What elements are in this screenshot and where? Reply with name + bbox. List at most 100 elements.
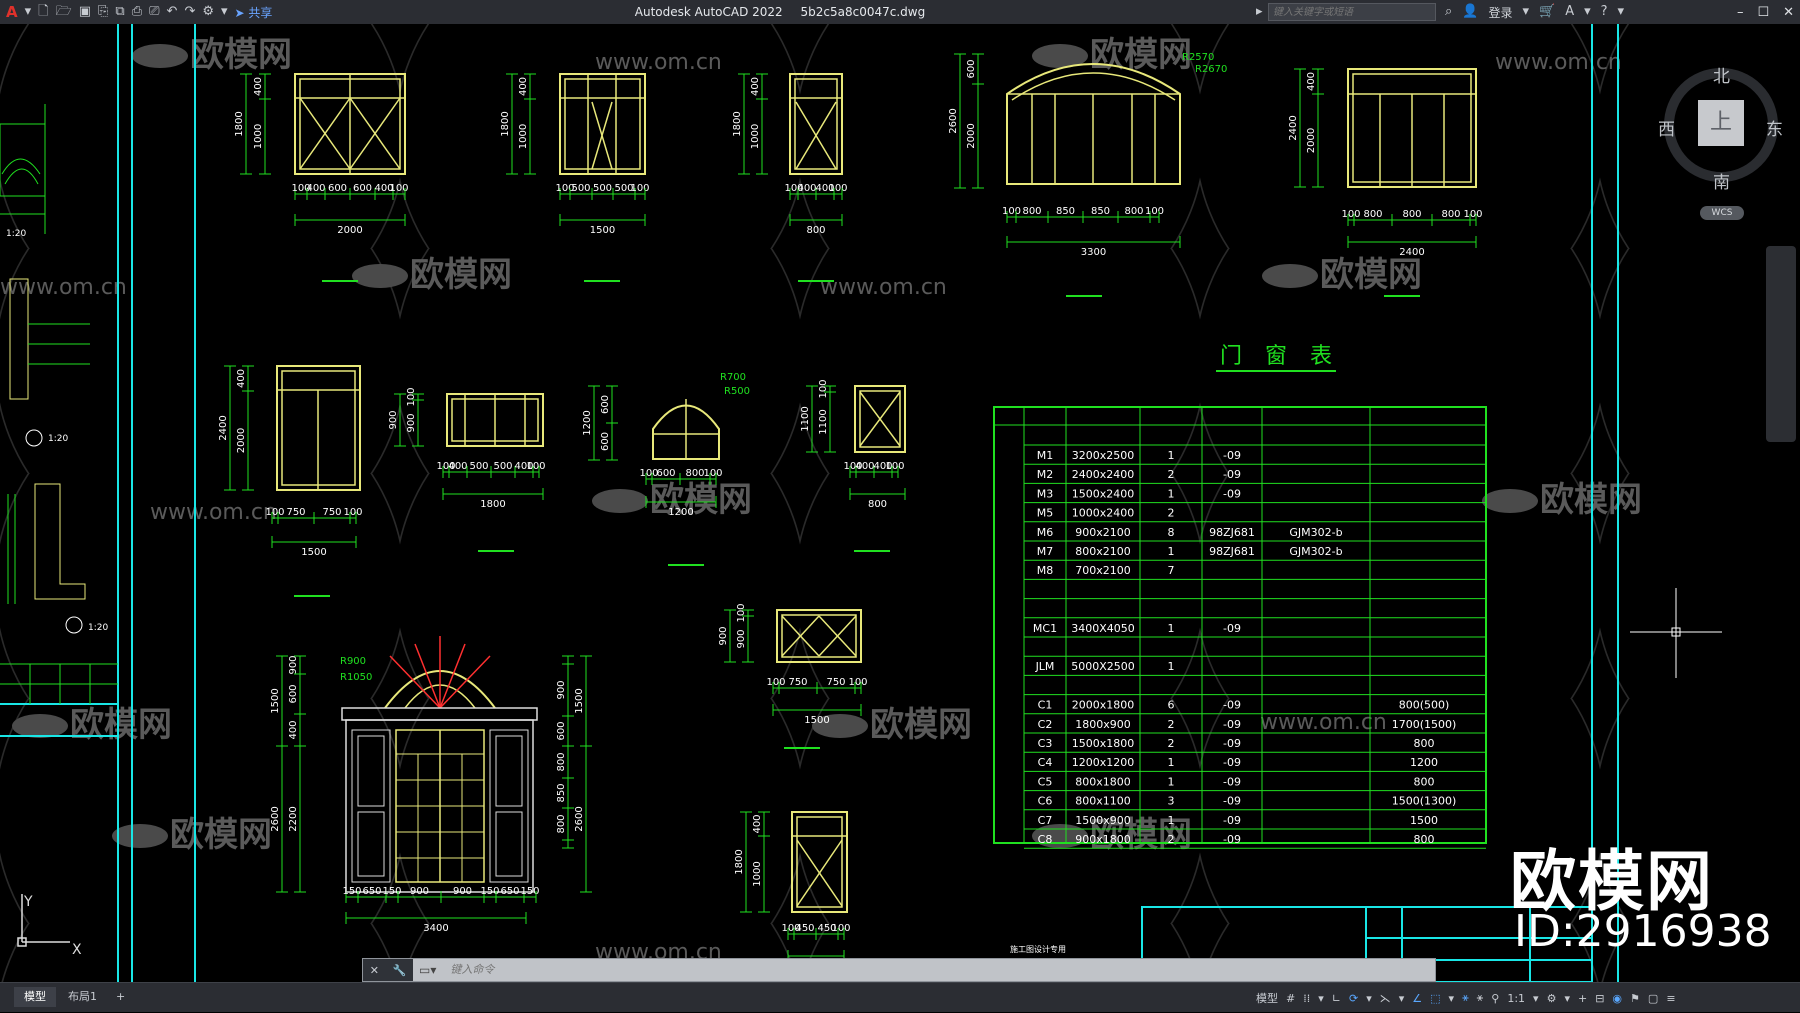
dropdown-arrow-icon[interactable]: ▾ — [1522, 0, 1529, 24]
table-cell: -09 — [1223, 814, 1241, 827]
tab-layout1[interactable]: 布局1 — [58, 987, 107, 1007]
wcs-dropdown[interactable]: WCS — [1700, 206, 1744, 220]
table-cell: 1 — [1168, 622, 1175, 635]
save-web-icon[interactable]: ⎙ — [132, 0, 142, 24]
dimension-label: 500 — [493, 461, 512, 472]
dropdown-arrow-icon[interactable]: ▾ — [25, 0, 32, 24]
dimension-label: 400 — [306, 183, 325, 194]
table-cell: 1 — [1168, 756, 1175, 769]
save-as-icon[interactable]: ⎘ — [98, 0, 108, 24]
grid-icon[interactable]: # — [1286, 992, 1295, 1005]
command-history-icon[interactable]: ▭▾ — [413, 963, 442, 977]
table-cell: 800 — [1414, 775, 1435, 788]
plus-icon[interactable]: + — [1578, 992, 1587, 1005]
customize-icon[interactable]: ▾ — [221, 0, 228, 24]
dropdown-arrow-icon[interactable]: ▾ — [1366, 992, 1372, 1005]
cart-icon[interactable]: 🛒 — [1539, 0, 1555, 24]
dimension-label: 2400 — [1399, 247, 1424, 258]
table-cell: GJM302-b — [1289, 526, 1342, 539]
autocad-logo-icon[interactable]: A — [6, 0, 18, 24]
dimension-label: 600 — [966, 59, 977, 78]
table-cell: 800x1100 — [1075, 795, 1131, 808]
dimension-label: 2600 — [574, 806, 585, 831]
dimension-label: 3400 — [423, 923, 448, 934]
close-icon[interactable]: ✕ — [1783, 5, 1794, 20]
add-layout-button[interactable]: + — [106, 987, 135, 1007]
radius-label: R500 — [724, 386, 750, 397]
login-button[interactable]: 登录 — [1488, 4, 1512, 21]
dimension-label: 2600 — [948, 108, 959, 133]
watermark-text: www.om.cn — [595, 50, 722, 75]
annotation-scale-value[interactable]: 1:1 — [1507, 992, 1525, 1005]
search-input[interactable] — [1268, 3, 1436, 21]
polar-tracking-icon[interactable]: ⟳ — [1349, 992, 1358, 1005]
table-cell: -09 — [1223, 468, 1241, 481]
chevron-right-icon[interactable]: ▸ — [1256, 0, 1263, 24]
auto-scale-icon[interactable]: ⚹ — [1477, 991, 1484, 1005]
dimension-label: 1200 — [668, 507, 693, 518]
ortho-icon[interactable]: ∟ — [1332, 992, 1341, 1005]
command-input[interactable] — [442, 959, 1435, 981]
maximize-icon[interactable]: ☐ — [1757, 5, 1769, 20]
annotation-scale-icon[interactable]: ⚲ — [1491, 992, 1499, 1005]
scale-label: 1:20 — [6, 229, 26, 239]
table-cell: GJM302-b — [1289, 545, 1342, 558]
object-snap-icon[interactable]: ⬚ — [1430, 992, 1440, 1005]
gear-icon[interactable]: ⚙ — [1547, 992, 1557, 1005]
dimension-label: 900 — [453, 886, 472, 897]
dropdown-arrow-icon[interactable]: ▾ — [1449, 992, 1455, 1005]
dropdown-arrow-icon[interactable]: ▾ — [1399, 992, 1405, 1005]
minimize-icon[interactable]: – — [1737, 5, 1744, 20]
dropdown-arrow-icon[interactable]: ▾ — [1564, 992, 1570, 1005]
search-icon[interactable]: ⌕ — [1445, 0, 1452, 24]
hardware-acceleration-icon[interactable]: ⚑ — [1630, 992, 1640, 1005]
close-icon[interactable]: ✕ — [370, 964, 379, 977]
compass-north[interactable]: 北 — [1713, 62, 1730, 87]
table-cell: 1 — [1168, 814, 1175, 827]
compass-west[interactable]: 西 — [1658, 115, 1675, 140]
dropdown-arrow-icon[interactable]: ▾ — [1533, 992, 1539, 1005]
units-icon[interactable]: ⊟ — [1595, 992, 1604, 1005]
clean-screen-icon[interactable]: ▢ — [1648, 992, 1658, 1005]
wrench-icon[interactable]: 🔧 — [393, 964, 407, 977]
command-line: ✕ 🔧 ▭▾ — [362, 958, 1436, 982]
navigation-bar[interactable] — [1766, 246, 1796, 442]
open-folder-icon[interactable]: 🗁 — [56, 0, 72, 24]
save-icon[interactable]: ▣ — [79, 0, 91, 24]
compass-east[interactable]: 东 — [1766, 115, 1783, 140]
isolate-objects-icon[interactable]: ◉ — [1612, 992, 1622, 1005]
scale-label: 1:20 — [48, 434, 68, 444]
undo-icon[interactable]: ↶ — [167, 0, 178, 24]
model-space-button[interactable]: 模型 — [1256, 990, 1278, 1006]
tab-model[interactable]: 模型 — [14, 987, 56, 1007]
dimension-label: 2000 — [337, 225, 362, 236]
dimension-label: 600 — [600, 432, 611, 451]
dropdown-arrow-icon[interactable]: ▾ — [1618, 0, 1625, 24]
isodraft-icon[interactable]: ⋋ — [1380, 992, 1391, 1005]
compass-south[interactable]: 南 — [1713, 168, 1730, 193]
table-cell: 1 — [1168, 545, 1175, 558]
help-icon[interactable]: ? — [1601, 0, 1608, 24]
user-icon[interactable]: 👤 — [1462, 0, 1478, 24]
table-cell: 1500 — [1410, 814, 1438, 827]
open-web-icon[interactable]: ⧉ — [115, 0, 124, 24]
annotation-visibility-icon[interactable]: ⚹ — [1462, 991, 1469, 1005]
dropdown-arrow-icon[interactable]: ▾ — [1318, 992, 1324, 1005]
dimension-label: 900 — [410, 886, 429, 897]
dimension-label: 400 — [797, 183, 816, 194]
object-snap-tracking-icon[interactable]: ∠ — [1412, 992, 1422, 1005]
table-cell: M3 — [1037, 487, 1054, 500]
viewcube-top-face[interactable]: 上 — [1698, 100, 1744, 146]
dimension-label: 850 — [1056, 206, 1075, 217]
table-cell: 2000x1800 — [1072, 699, 1135, 712]
dimension-label: 600 — [656, 468, 675, 479]
share-button[interactable]: ➤ 共享 — [235, 4, 273, 21]
workspace-icon[interactable]: ⚙ — [202, 0, 214, 24]
new-file-icon[interactable]: 🗋 — [38, 0, 48, 24]
dropdown-arrow-icon[interactable]: ▾ — [1584, 0, 1591, 24]
redo-icon[interactable]: ↷ — [184, 0, 195, 24]
autodesk-a360-icon[interactable]: A — [1565, 0, 1574, 24]
customize-icon[interactable]: ≡ — [1666, 992, 1675, 1005]
print-icon[interactable]: ⎚ — [149, 0, 159, 24]
snap-icon[interactable]: ⁞⁞ — [1303, 992, 1310, 1005]
